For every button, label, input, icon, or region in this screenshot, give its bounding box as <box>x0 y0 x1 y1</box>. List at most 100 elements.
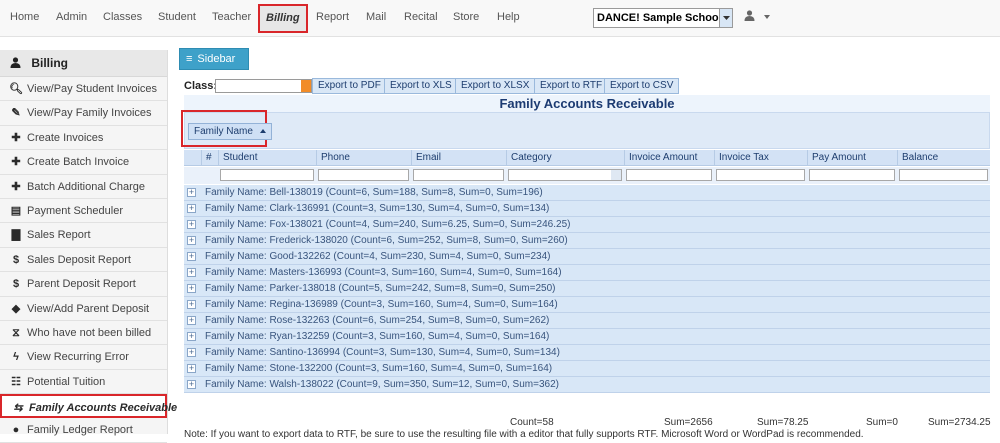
sidebar-item-label: Parent Deposit Report <box>27 278 136 291</box>
chevron-down-icon[interactable] <box>719 9 732 27</box>
group-row-label: Family Name: Good-132262 (Count=4, Sum=2… <box>205 251 551 262</box>
nav-classes[interactable]: Classes <box>103 11 142 23</box>
menu-icon: ≡ <box>186 53 193 65</box>
sidebar-item-sales-report[interactable]: ▇ Sales Report <box>0 223 167 248</box>
group-row-label: Family Name: Fox-138021 (Count=4, Sum=24… <box>205 219 571 230</box>
expand-icon[interactable]: + <box>187 284 196 293</box>
expand-icon[interactable]: + <box>187 220 196 229</box>
sidebar-item-batch-additional-charge[interactable]: ✚ Batch Additional Charge <box>0 175 167 199</box>
class-select[interactable] <box>215 79 312 93</box>
sidebar-item-create-batch-invoice[interactable]: ✚ Create Batch Invoice <box>0 150 167 175</box>
bar-chart-icon: ▇ <box>11 229 21 242</box>
sidebar-item-view-pay-family-invoices[interactable]: ✎ View/Pay Family Invoices <box>0 101 167 126</box>
nav-mail[interactable]: Mail <box>366 11 386 23</box>
column-header-student[interactable]: Student <box>218 150 316 166</box>
group-row[interactable]: + Family Name: Good-132262 (Count=4, Sum=… <box>184 249 990 265</box>
group-row[interactable]: + Family Name: Bell-138019 (Count=6, Sum=… <box>184 185 990 201</box>
nav-help[interactable]: Help <box>497 11 520 23</box>
filter-phone-input[interactable] <box>318 169 409 181</box>
sidebar-item-parent-deposit-report[interactable]: $ Parent Deposit Report <box>0 272 167 297</box>
sidebar-item-family-ledger-report[interactable]: ● Family Ledger Report <box>0 418 167 443</box>
expand-icon[interactable]: + <box>187 348 196 357</box>
expand-icon[interactable]: + <box>187 332 196 341</box>
filter-row <box>184 167 990 184</box>
filter-student-input[interactable] <box>220 169 314 181</box>
nav-report[interactable]: Report <box>316 11 349 23</box>
filter-category-select[interactable] <box>508 169 622 181</box>
sidebar-item-potential-tuition[interactable]: ☷ Potential Tuition <box>0 370 167 395</box>
sidebar-header: Billing <box>0 50 167 77</box>
nav-teacher[interactable]: Teacher <box>212 11 251 23</box>
column-header-invoice-amount[interactable]: Invoice Amount <box>624 150 714 166</box>
sidebar-item-label: Sales Deposit Report <box>27 253 131 266</box>
group-row-label: Family Name: Stone-132200 (Count=3, Sum=… <box>205 363 553 374</box>
nav-home[interactable]: Home <box>10 11 39 23</box>
expand-icon[interactable]: + <box>187 316 196 325</box>
sidebar-item-who-have-not-been-billed[interactable]: ⧖ Who have not been billed <box>0 321 167 346</box>
nav-billing[interactable]: Billing <box>258 4 308 33</box>
nav-admin[interactable]: Admin <box>56 11 87 23</box>
expand-icon[interactable]: + <box>187 364 196 373</box>
sidebar-item-view-pay-student-invoices[interactable]: 🔍︎ View/Pay Student Invoices <box>0 77 167 102</box>
nav-recital[interactable]: Recital <box>404 11 438 23</box>
expand-icon[interactable]: + <box>187 380 196 389</box>
group-row[interactable]: + Family Name: Frederick-138020 (Count=6,… <box>184 233 990 249</box>
sidebar-toggle-button[interactable]: ≡ Sidebar <box>179 48 249 70</box>
sidebar-item-view-recurring-error[interactable]: ϟ View Recurring Error <box>0 345 167 370</box>
column-header-number[interactable]: # <box>201 150 218 166</box>
group-row[interactable]: + Family Name: Ryan-132259 (Count=3, Sum=… <box>184 329 990 345</box>
sidebar-item-view-add-parent-deposit[interactable]: ◆ View/Add Parent Deposit <box>0 297 167 321</box>
group-row[interactable]: + Family Name: Fox-138021 (Count=4, Sum=2… <box>184 217 990 233</box>
chevron-down-icon[interactable] <box>301 80 311 92</box>
expand-icon[interactable]: + <box>187 268 196 277</box>
export-rtf-button[interactable]: Export to RTF <box>534 78 609 94</box>
school-select-value: DANCE! Sample School <box>597 12 722 24</box>
group-row[interactable]: + Family Name: Masters-136993 (Count=3, S… <box>184 265 990 281</box>
sidebar-item-family-accounts-receivable[interactable]: ⇆ Family Accounts Receivable <box>0 394 177 419</box>
group-row[interactable]: + Family Name: Walsh-138022 (Count=9, Sum… <box>184 377 990 393</box>
filter-balance-input[interactable] <box>899 169 988 181</box>
export-xls-button[interactable]: Export to XLS <box>384 78 458 94</box>
pencil-icon: ✎ <box>11 107 21 120</box>
group-by-chip[interactable]: Family Name <box>188 123 272 140</box>
export-note: Note: If you want to export data to RTF,… <box>184 429 864 440</box>
column-header-invoice-tax[interactable]: Invoice Tax <box>714 150 807 166</box>
transfer-icon: ⇆ <box>13 402 23 415</box>
expand-icon[interactable]: + <box>187 204 196 213</box>
group-row[interactable]: + Family Name: Clark-136991 (Count=3, Sum… <box>184 201 990 217</box>
report-title: Family Accounts Receivable <box>184 95 990 112</box>
sidebar-item-payment-scheduler[interactable]: ▤ Payment Scheduler <box>0 199 167 224</box>
filter-pay-amount-input[interactable] <box>809 169 895 181</box>
filter-invoice-amount-input[interactable] <box>626 169 712 181</box>
nav-student[interactable]: Student <box>158 11 196 23</box>
filter-invoice-tax-input[interactable] <box>716 169 805 181</box>
nav-store[interactable]: Store <box>453 11 479 23</box>
export-pdf-button[interactable]: Export to PDF <box>312 78 387 94</box>
sidebar-item-create-invoices[interactable]: ✚ Create Invoices <box>0 126 167 151</box>
chevron-down-icon[interactable] <box>611 170 621 180</box>
school-select[interactable]: DANCE! Sample School <box>593 8 733 28</box>
column-header-phone[interactable]: Phone <box>316 150 411 166</box>
filter-email-input[interactable] <box>413 169 504 181</box>
export-xlsx-button[interactable]: Export to XLSX <box>455 78 536 94</box>
group-row[interactable]: + Family Name: Rose-132263 (Count=6, Sum=… <box>184 313 990 329</box>
column-header-pay-amount[interactable]: Pay Amount <box>807 150 897 166</box>
group-row[interactable]: + Family Name: Regina-136989 (Count=3, Su… <box>184 297 990 313</box>
class-label: Class: <box>184 80 218 92</box>
sidebar-item-label: Who have not been billed <box>27 326 152 339</box>
plus-icon: ✚ <box>11 156 21 169</box>
expand-icon[interactable]: + <box>187 236 196 245</box>
expand-icon[interactable]: + <box>187 252 196 261</box>
sidebar-item-sales-deposit-report[interactable]: $ Sales Deposit Report <box>0 248 167 273</box>
group-row[interactable]: + Family Name: Parker-138018 (Count=5, Su… <box>184 281 990 297</box>
group-row[interactable]: + Family Name: Stone-132200 (Count=3, Sum… <box>184 361 990 377</box>
expand-icon[interactable]: + <box>187 188 196 197</box>
column-header-email[interactable]: Email <box>411 150 506 166</box>
sidebar-item-label: Create Batch Invoice <box>27 156 130 169</box>
column-header-category[interactable]: Category <box>506 150 624 166</box>
export-csv-button[interactable]: Export to CSV <box>604 78 680 94</box>
group-row[interactable]: + Family Name: Santino-136994 (Count=3, S… <box>184 345 990 361</box>
user-menu[interactable] <box>744 10 771 23</box>
column-header-balance[interactable]: Balance <box>897 150 990 166</box>
expand-icon[interactable]: + <box>187 300 196 309</box>
